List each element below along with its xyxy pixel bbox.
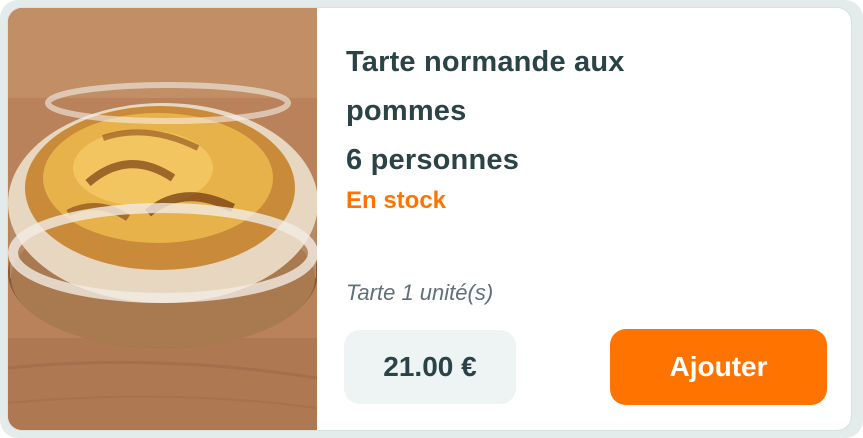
stock-status: En stock [346,187,447,214]
product-card: Tarte normande aux pommes 6 personnes En… [8,8,851,430]
tart-photo-icon [8,8,317,430]
product-image [8,8,317,430]
product-title: Tarte normande aux pommes 6 personnes [346,38,836,185]
product-info: Tarte normande aux pommes 6 personnes En… [346,38,836,217]
product-title-line1: Tarte normande aux [346,46,625,78]
price-badge: 21.00 € [344,330,516,404]
unit-label: Tarte 1 unité(s) [346,280,494,305]
product-title-line3: 6 personnes [346,144,520,176]
product-title-line2: pommes [346,95,467,127]
add-to-cart-button[interactable]: Ajouter [610,329,827,405]
card-frame: Tarte normande aux pommes 6 personnes En… [0,0,863,438]
